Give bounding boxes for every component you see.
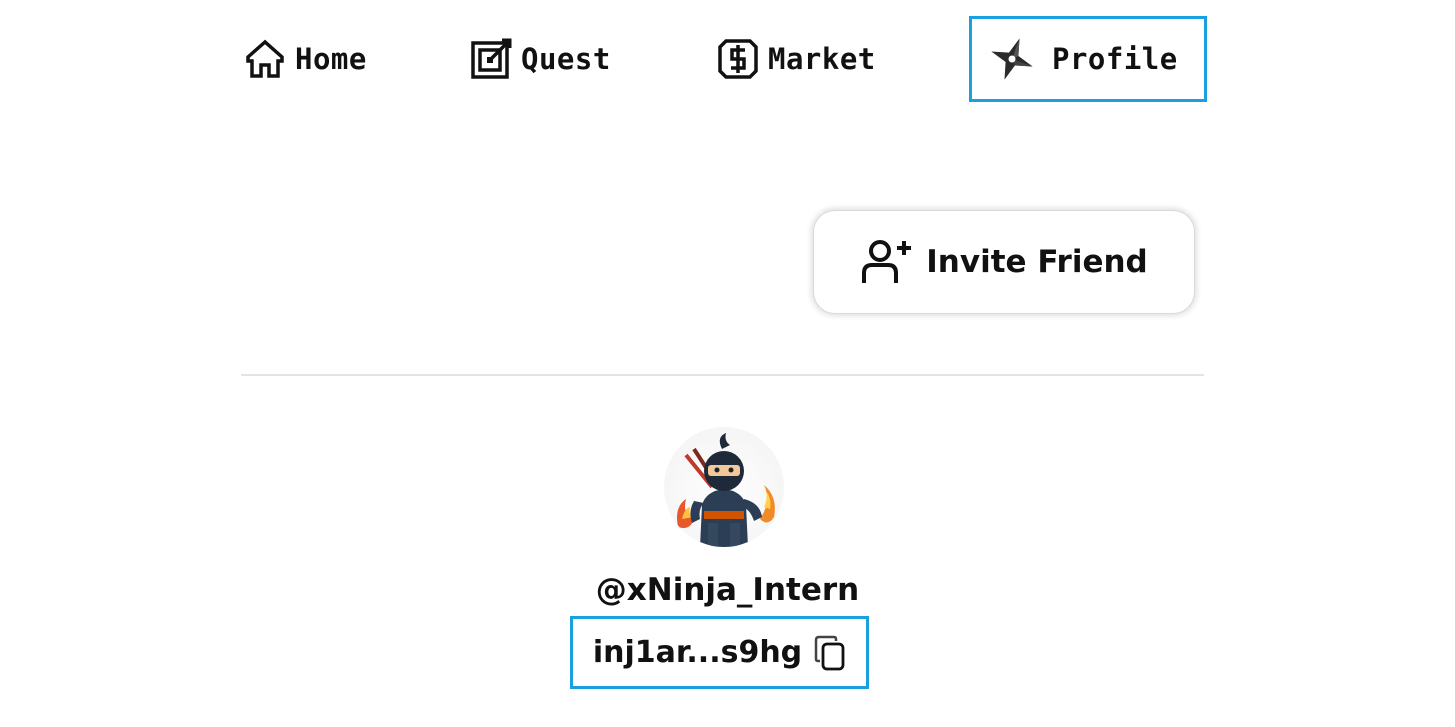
nav-profile-label: Profile (1052, 42, 1178, 76)
nav-quest-label: Quest (521, 42, 611, 76)
wallet-address-text: inj1ar...s9hg (592, 635, 803, 670)
shuriken-icon (986, 33, 1038, 85)
add-user-icon (860, 237, 914, 287)
home-icon (243, 37, 287, 81)
copy-icon[interactable] (814, 635, 846, 671)
avatar (664, 427, 784, 547)
dollar-icon (716, 37, 760, 81)
divider (241, 374, 1204, 376)
username: @xNinja_Intern (595, 572, 860, 608)
wallet-address[interactable]: inj1ar...s9hg (570, 616, 869, 689)
invite-friend-button[interactable]: Invite Friend (813, 210, 1195, 314)
nav-profile[interactable]: Profile (969, 16, 1207, 102)
nav-quest[interactable]: Quest (469, 16, 611, 102)
nav-market-label: Market (768, 42, 876, 76)
nav-market[interactable]: Market (716, 16, 876, 102)
nav-home-label: Home (295, 42, 367, 76)
invite-friend-label: Invite Friend (926, 244, 1148, 280)
nav-home[interactable]: Home (243, 16, 367, 102)
target-icon (469, 37, 513, 81)
